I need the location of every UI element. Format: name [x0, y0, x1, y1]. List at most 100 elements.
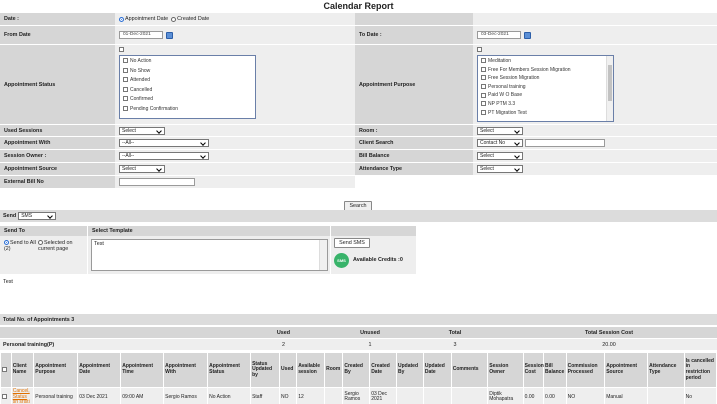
status-option[interactable]: No Action	[123, 57, 252, 67]
checkbox[interactable]	[481, 101, 486, 107]
created-date-radio[interactable]	[171, 16, 177, 22]
summary-cost-value: 20.00	[602, 341, 616, 348]
to-date-cell: 03-Dec-2021	[473, 26, 717, 44]
summary-unused-value: 1	[368, 341, 372, 348]
table-cell: Staff	[250, 387, 281, 404]
select-template-header: Select Template	[88, 226, 330, 236]
table-cell: No Action	[207, 387, 252, 404]
table-row[interactable]: Cancel, Status sri sristi Personal traini…	[0, 387, 717, 404]
send-selected-label: Selected on current page	[38, 240, 73, 252]
from-date-input[interactable]: 01-Dec-2021	[119, 31, 163, 39]
room-select[interactable]: Select	[477, 126, 523, 135]
summary-table: Used Unused Total Total Session Cost Per…	[0, 327, 717, 350]
status-option[interactable]: Pending Confirmation	[123, 105, 252, 115]
checkbox[interactable]	[481, 66, 486, 72]
table-cell	[0, 387, 12, 404]
status-option[interactable]: No Show	[123, 67, 252, 77]
purpose-option[interactable]: NP PTM 3.3	[481, 100, 610, 109]
column-header: Room	[324, 352, 344, 388]
appointment-date-radio[interactable]	[119, 16, 124, 22]
status-option-label: No Action	[130, 58, 152, 64]
appointment-status-list[interactable]: No Action No Show Attended Cancelled Confirm…	[119, 55, 256, 119]
checkbox[interactable]	[123, 67, 128, 73]
purpose-option-label: Free Session Migration	[488, 75, 540, 82]
summary-header-cost: Total Session Cost	[584, 329, 634, 336]
column-header: Appointment With	[163, 352, 209, 388]
template-textarea[interactable]: Test	[91, 239, 328, 271]
used-sessions-select[interactable]: Select	[119, 126, 165, 135]
checkbox[interactable]	[481, 92, 486, 98]
checkbox[interactable]	[481, 83, 486, 89]
checkbox[interactable]	[481, 58, 486, 64]
checkbox[interactable]	[123, 96, 128, 102]
column-header: Appointment Status	[207, 352, 252, 388]
template-scrollbar[interactable]	[319, 240, 327, 270]
checkbox[interactable]	[481, 75, 486, 81]
summary-header-total: Total	[448, 329, 462, 336]
send-to-options: Send to All (2) Selected on current page	[0, 236, 87, 274]
appointment-source-select[interactable]: Select	[119, 165, 165, 173]
table-cell: 03 Dec 2021	[369, 387, 398, 404]
date-spacer-value	[473, 13, 717, 25]
client-search-type-select[interactable]: Contact No	[477, 139, 523, 147]
session-owner-select[interactable]: --All--	[119, 152, 209, 160]
purpose-select-all-checkbox[interactable]	[477, 47, 482, 52]
column-header: Session Cost	[522, 352, 545, 388]
appointment-purpose-list[interactable]: Meditation Free For Members Session Migra…	[477, 55, 614, 122]
external-bill-input[interactable]	[119, 178, 195, 186]
table-cell	[422, 387, 452, 404]
table-cell: 0.00	[522, 387, 545, 404]
purpose-option[interactable]: Free For Members Session Migration	[481, 66, 610, 75]
send-sms-button[interactable]: Send SMS	[334, 238, 370, 248]
client-search-label: Client Search	[355, 137, 473, 149]
table-cell: Personal training	[33, 387, 79, 404]
checkbox[interactable]	[123, 86, 128, 92]
status-option[interactable]: Attended	[123, 76, 252, 86]
table-cell	[324, 387, 344, 404]
send-all-option[interactable]: Send to All (2)	[4, 240, 40, 252]
room-cell: Select	[473, 125, 717, 136]
status-option[interactable]: Confirmed	[123, 95, 252, 105]
purpose-option-label: NP PTM 3.3	[488, 100, 516, 107]
table-cell	[450, 387, 489, 404]
purpose-scrollbar[interactable]	[606, 56, 613, 121]
checkbox[interactable]	[123, 77, 128, 83]
send-type-select[interactable]: SMS	[18, 212, 57, 220]
created-date-label: Created Date	[177, 16, 210, 22]
client-search-input[interactable]	[525, 139, 605, 147]
calendar-icon[interactable]	[524, 31, 531, 39]
summary-header-unused: Unused	[360, 329, 380, 336]
client-name-link[interactable]: sri sristi	[13, 399, 30, 404]
purpose-option[interactable]: Meditation	[481, 57, 610, 66]
status-select-all-checkbox[interactable]	[119, 47, 124, 52]
purpose-option[interactable]: Free Session Migration	[481, 74, 610, 83]
status-option[interactable]: Cancelled	[123, 86, 252, 96]
send-all-radio[interactable]	[4, 240, 9, 246]
calendar-icon[interactable]	[166, 31, 173, 39]
column-header: Commission Processed	[565, 352, 606, 388]
attendance-type-select[interactable]: Select	[477, 165, 523, 173]
checkbox[interactable]	[123, 58, 128, 64]
column-header	[0, 352, 12, 388]
from-date-label: From Date	[0, 26, 115, 44]
purpose-option[interactable]: Paid W O Base	[481, 91, 610, 100]
appointment-source-cell: Select	[115, 163, 355, 175]
row-action-link[interactable]: Cancel, Status	[13, 388, 30, 399]
checkbox[interactable]	[481, 109, 486, 115]
column-header: Created Date	[369, 352, 398, 388]
purpose-option-label: Free For Members Session Migration	[488, 66, 571, 73]
send-selected-option[interactable]: Selected on current page	[38, 240, 82, 252]
to-date-input[interactable]: 03-Dec-2021	[477, 31, 521, 39]
purpose-option[interactable]: PT Migration Test	[481, 109, 610, 118]
attendance-type-label: Attendance Type	[355, 163, 473, 175]
select-all-checkbox[interactable]	[2, 366, 7, 372]
purpose-option[interactable]: Personal training	[481, 83, 610, 92]
column-header: Client Name	[10, 352, 35, 388]
send-selected-radio[interactable]	[38, 240, 43, 246]
bill-balance-select[interactable]: Select	[477, 152, 523, 160]
table-cell: 12	[296, 387, 326, 404]
appointment-with-select[interactable]: --All--	[119, 139, 209, 147]
page-title: Calendar Report	[323, 1, 394, 11]
row-checkbox[interactable]	[2, 394, 7, 400]
checkbox[interactable]	[123, 105, 128, 111]
